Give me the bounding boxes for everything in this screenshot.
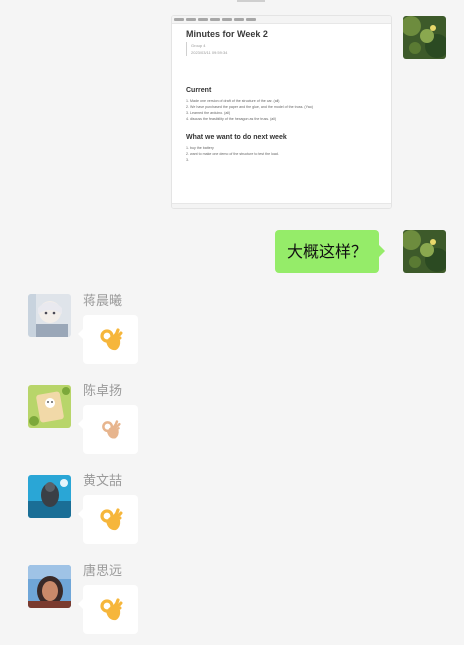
contact-avatar[interactable] — [28, 294, 71, 337]
current-list: 1. Made one version of draft of the stru… — [186, 98, 383, 122]
incoming-message-bubble[interactable] — [78, 405, 138, 454]
incoming-message-bubble[interactable] — [78, 495, 138, 544]
document-toolbar — [172, 16, 391, 24]
contact-avatar[interactable] — [28, 385, 71, 428]
section-heading-next: What we want to do next week — [186, 134, 287, 141]
document-group: Group 4 — [191, 43, 206, 48]
list-item: 4. discuss the feasibility of the hexago… — [186, 117, 277, 121]
incoming-message-bubble[interactable] — [78, 315, 138, 364]
sender-name: 陈卓扬 — [83, 384, 123, 399]
self-avatar[interactable] — [403, 16, 446, 59]
sender-name: 黄文喆 — [83, 474, 123, 489]
contact-avatar[interactable] — [28, 565, 71, 608]
shared-document-card[interactable]: Minutes for Week 2 Group 4 2023/03/11 09… — [171, 15, 392, 209]
incoming-message-bubble[interactable] — [78, 585, 138, 634]
scroll-indicator — [237, 0, 265, 2]
section-heading-current: Current — [186, 87, 212, 94]
ok-hand-icon — [100, 419, 122, 441]
list-item: 3. — [186, 158, 189, 162]
sender-name: 蒋晨曦 — [83, 294, 123, 309]
document-meta: Group 4 2023/03/11 09:59:34 — [186, 42, 383, 56]
ok-hand-icon — [98, 327, 124, 353]
ok-hand-icon — [98, 507, 124, 533]
contact-avatar[interactable] — [28, 475, 71, 518]
document-date: 2023/03/11 09:59:34 — [191, 50, 228, 55]
document-statusbar — [172, 203, 391, 208]
outgoing-message-bubble[interactable]: 大概这样？ — [275, 230, 386, 273]
self-avatar[interactable] — [403, 230, 446, 273]
ok-hand-icon — [98, 597, 124, 623]
document-title: Minutes for Week 2 — [186, 29, 268, 39]
sender-name: 唐思远 — [83, 564, 123, 579]
next-list: 1. buy the battery 2. want to make one d… — [186, 145, 383, 163]
